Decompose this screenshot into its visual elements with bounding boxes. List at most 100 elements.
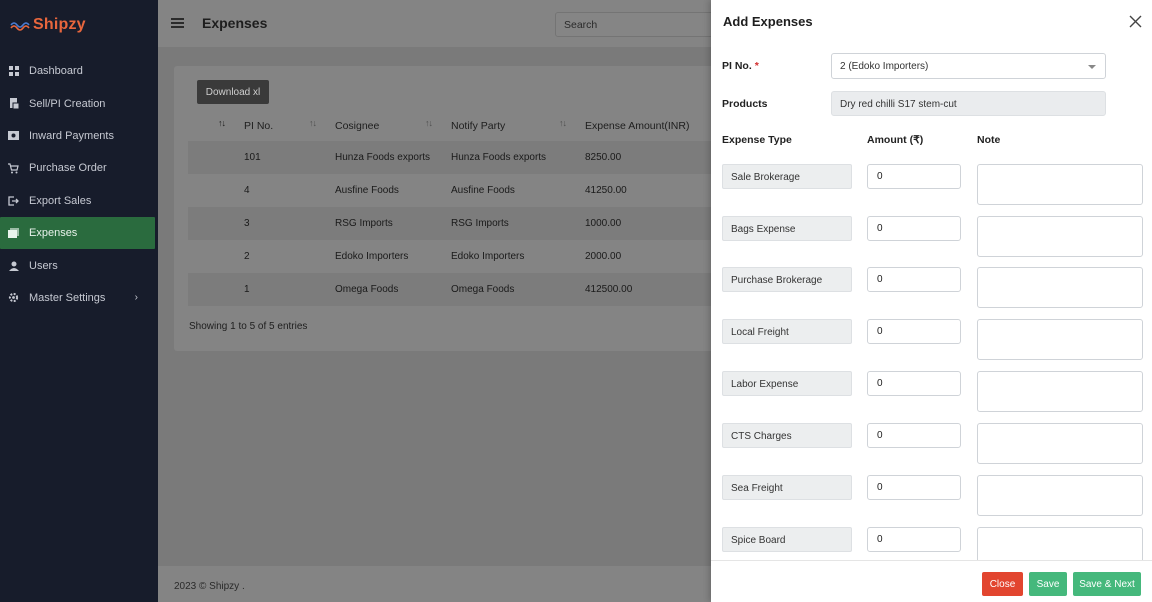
add-expenses-panel: Add Expenses PI No. * 2 (Edoko Importers… bbox=[711, 0, 1152, 602]
cell-consignee: Edoko Importers bbox=[335, 251, 409, 262]
note-textarea[interactable] bbox=[977, 371, 1143, 412]
amount-input[interactable] bbox=[867, 371, 961, 396]
cell-amount: 8250.00 bbox=[585, 152, 622, 163]
close-icon[interactable] bbox=[1129, 15, 1142, 28]
pi-no-selected-value: 2 (Edoko Importers) bbox=[840, 61, 929, 72]
expense-row-sea-freight: Sea Freight bbox=[722, 475, 1143, 517]
download-xl-button[interactable]: Download xl bbox=[197, 80, 269, 104]
expense-row-bags-expense: Bags Expense bbox=[722, 216, 1143, 258]
table-row[interactable]: 1 Omega Foods Omega Foods 412500.00 bbox=[188, 273, 718, 306]
pi-no-select[interactable]: 2 (Edoko Importers) bbox=[831, 53, 1106, 79]
brand-logo[interactable]: Shipzy bbox=[10, 12, 86, 38]
expense-type-field: Local Freight bbox=[722, 319, 852, 344]
note-textarea[interactable] bbox=[977, 267, 1143, 308]
table-row[interactable]: 101 Hunza Foods exports Hunza Foods expo… bbox=[188, 141, 718, 174]
sidebar-item-dashboard[interactable]: Dashboard bbox=[0, 55, 158, 87]
sidebar-item-expenses[interactable]: Expenses bbox=[0, 216, 155, 250]
wave-logo-icon bbox=[10, 22, 30, 31]
sidebar: Shipzy Dashboard Sell/PI Creation Inward… bbox=[0, 0, 158, 602]
page-title: Expenses bbox=[202, 15, 268, 31]
expense-type-field: CTS Charges bbox=[722, 423, 852, 448]
expense-type-field: Sale Brokerage bbox=[722, 164, 852, 189]
cell-notify-party: Hunza Foods exports bbox=[451, 152, 547, 163]
expense-type-field: Bags Expense bbox=[722, 216, 852, 241]
note-textarea[interactable] bbox=[977, 164, 1143, 205]
sidebar-item-label: Expenses bbox=[29, 227, 78, 240]
sort-icon[interactable]: ↑↓ bbox=[559, 118, 567, 128]
amount-input[interactable] bbox=[867, 475, 961, 500]
note-textarea[interactable] bbox=[977, 475, 1143, 516]
table-header: ↑↓ PI No. ↑↓ Cosignee ↑↓ Notify Party ↑↓… bbox=[188, 114, 718, 141]
sort-icon[interactable]: ↑↓ bbox=[218, 118, 226, 128]
entries-info: Showing 1 to 5 of 5 entries bbox=[189, 321, 308, 332]
required-mark: * bbox=[754, 60, 759, 72]
amount-input[interactable] bbox=[867, 267, 961, 292]
note-textarea[interactable] bbox=[977, 423, 1143, 464]
cell-pi-no: 3 bbox=[244, 218, 250, 229]
export-icon bbox=[8, 195, 19, 206]
caret-down-icon bbox=[1088, 65, 1096, 69]
cell-pi-no: 101 bbox=[244, 152, 261, 163]
cell-pi-no: 1 bbox=[244, 284, 250, 295]
copyright-text: 2023 © Shipzy . bbox=[174, 581, 245, 592]
column-header-expense-amount[interactable]: Expense Amount(INR) bbox=[585, 120, 689, 132]
amount-input[interactable] bbox=[867, 216, 961, 241]
sidebar-item-label: Export Sales bbox=[29, 194, 92, 207]
expenses-table: ↑↓ PI No. ↑↓ Cosignee ↑↓ Notify Party ↑↓… bbox=[188, 114, 718, 306]
expense-type-field: Labor Expense bbox=[722, 371, 852, 396]
sidebar-item-inward-payments[interactable]: Inward Payments bbox=[0, 120, 158, 152]
sidebar-item-users[interactable]: Users bbox=[0, 249, 158, 281]
cell-consignee: Hunza Foods exports bbox=[335, 152, 431, 163]
expense-type-field: Spice Board bbox=[722, 527, 852, 552]
sidebar-item-label: Dashboard bbox=[29, 65, 83, 78]
hamburger-menu-icon[interactable] bbox=[171, 18, 184, 28]
cell-notify-party: RSG Imports bbox=[451, 218, 509, 229]
cell-consignee: RSG Imports bbox=[335, 218, 393, 229]
pi-no-label-text: PI No. bbox=[722, 60, 752, 72]
amount-input[interactable] bbox=[867, 164, 961, 189]
sidebar-item-label: Users bbox=[29, 259, 58, 272]
close-button[interactable]: Close bbox=[982, 572, 1023, 596]
sidebar-item-export-sales[interactable]: Export Sales bbox=[0, 185, 158, 217]
column-header-pi-no[interactable]: PI No. bbox=[244, 120, 273, 132]
brand-name: Shipzy bbox=[33, 16, 86, 33]
sort-icon[interactable]: ↑↓ bbox=[309, 118, 317, 128]
expense-row-local-freight: Local Freight bbox=[722, 319, 1143, 361]
note-textarea[interactable] bbox=[977, 216, 1143, 257]
cell-pi-no: 4 bbox=[244, 185, 250, 196]
sidebar-item-master-settings[interactable]: Master Settings › bbox=[0, 282, 158, 314]
save-button[interactable]: Save bbox=[1029, 572, 1067, 596]
search-input[interactable] bbox=[555, 12, 725, 37]
column-header-notify-party[interactable]: Notify Party bbox=[451, 120, 505, 132]
document-icon bbox=[8, 98, 19, 110]
amount-input[interactable] bbox=[867, 319, 961, 344]
payment-icon bbox=[8, 130, 19, 141]
chevron-right-icon[interactable]: › bbox=[135, 292, 138, 303]
amount-header: Amount (₹) bbox=[867, 134, 924, 146]
expense-row-sale-brokerage: Sale Brokerage bbox=[722, 164, 1143, 206]
panel-footer: Close Save Save & Next bbox=[711, 560, 1152, 602]
sidebar-item-label: Sell/PI Creation bbox=[29, 97, 106, 110]
cell-pi-no: 2 bbox=[244, 251, 250, 262]
cell-amount: 1000.00 bbox=[585, 218, 622, 229]
amount-input[interactable] bbox=[867, 423, 961, 448]
sidebar-nav: Dashboard Sell/PI Creation Inward Paymen… bbox=[0, 55, 158, 314]
sort-icon[interactable]: ↑↓ bbox=[425, 118, 433, 128]
sidebar-item-label: Purchase Order bbox=[29, 162, 107, 175]
amount-input[interactable] bbox=[867, 527, 961, 552]
sidebar-item-purchase-order[interactable]: Purchase Order bbox=[0, 152, 158, 184]
note-header: Note bbox=[977, 134, 1001, 146]
cell-amount: 41250.00 bbox=[585, 185, 627, 196]
cell-notify-party: Edoko Importers bbox=[451, 251, 525, 262]
save-next-button[interactable]: Save & Next bbox=[1073, 572, 1141, 596]
sidebar-item-sell-pi-creation[interactable]: Sell/PI Creation bbox=[0, 87, 158, 119]
cell-notify-party: Omega Foods bbox=[451, 284, 515, 295]
sidebar-item-label: Inward Payments bbox=[29, 129, 114, 142]
note-textarea[interactable] bbox=[977, 319, 1143, 360]
top-header: Expenses bbox=[158, 0, 725, 48]
column-header-cosignee[interactable]: Cosignee bbox=[335, 120, 379, 132]
table-row[interactable]: 2 Edoko Importers Edoko Importers 2000.0… bbox=[188, 240, 718, 273]
pi-no-label: PI No. * bbox=[722, 60, 759, 72]
table-row[interactable]: 4 Ausfine Foods Ausfine Foods 41250.00 bbox=[188, 174, 718, 207]
table-row[interactable]: 3 RSG Imports RSG Imports 1000.00 bbox=[188, 207, 718, 240]
